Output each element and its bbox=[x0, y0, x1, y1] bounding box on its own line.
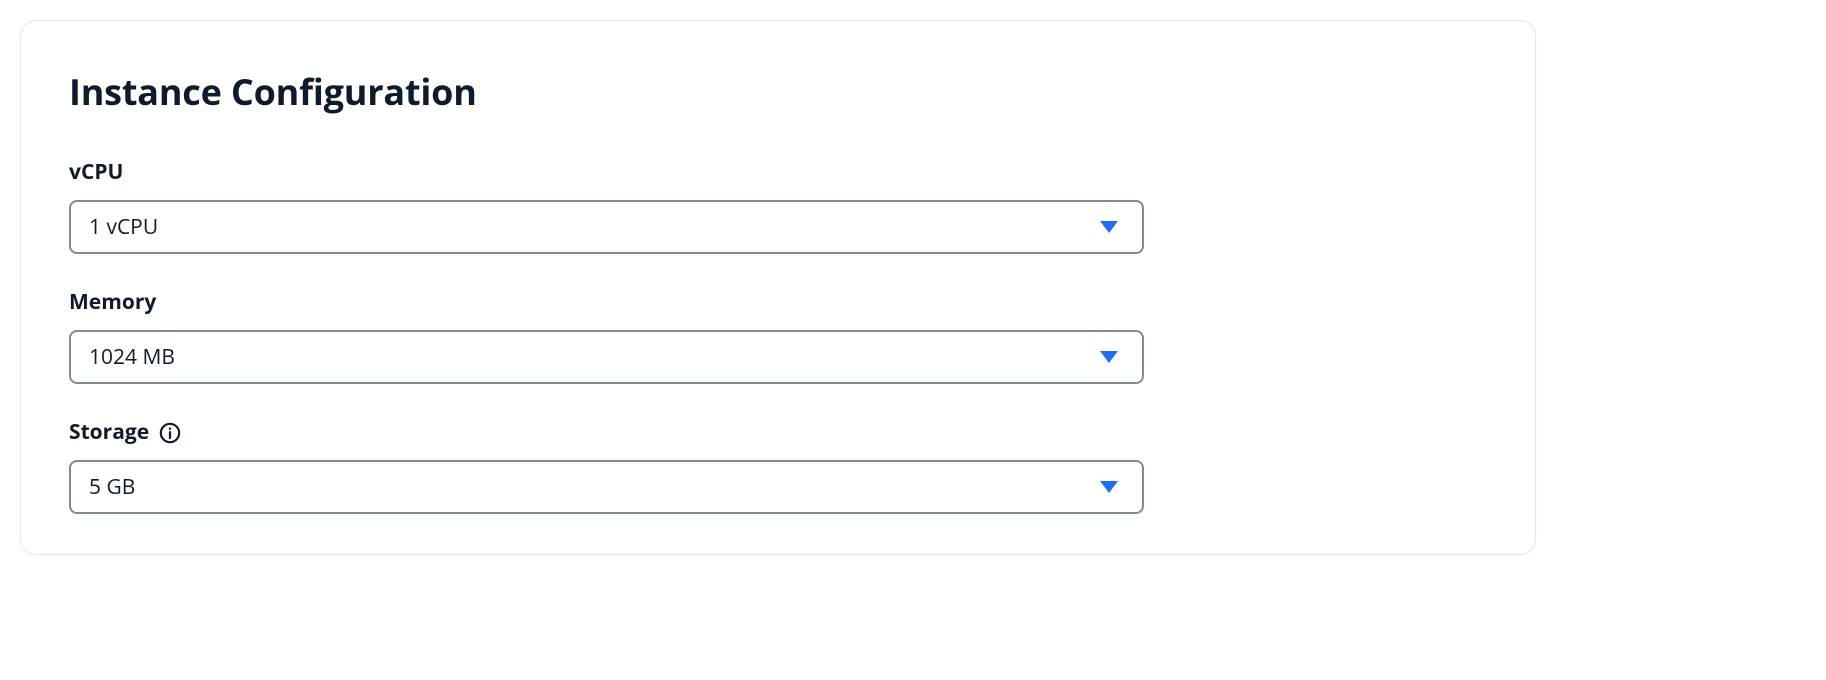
field-label-row: Storage bbox=[69, 418, 1487, 446]
field-storage: Storage 5 GB bbox=[69, 418, 1487, 514]
memory-select-value: 1024 MB bbox=[89, 343, 1100, 371]
storage-select[interactable]: 5 GB bbox=[69, 460, 1144, 514]
field-label-row: Memory bbox=[69, 288, 1487, 316]
chevron-down-icon bbox=[1100, 481, 1118, 493]
instance-configuration-card: Instance Configuration vCPU 1 vCPU Memor… bbox=[20, 20, 1536, 555]
storage-select-value: 5 GB bbox=[89, 473, 1100, 501]
vcpu-select[interactable]: 1 vCPU bbox=[69, 200, 1144, 254]
field-label-row: vCPU bbox=[69, 158, 1487, 186]
storage-label: Storage bbox=[69, 418, 149, 446]
chevron-down-icon bbox=[1100, 221, 1118, 233]
card-title: Instance Configuration bbox=[69, 67, 1487, 116]
vcpu-select-value: 1 vCPU bbox=[89, 213, 1100, 241]
memory-label: Memory bbox=[69, 288, 156, 316]
field-vcpu: vCPU 1 vCPU bbox=[69, 158, 1487, 254]
memory-select[interactable]: 1024 MB bbox=[69, 330, 1144, 384]
vcpu-label: vCPU bbox=[69, 158, 123, 186]
chevron-down-icon bbox=[1100, 351, 1118, 363]
info-icon[interactable] bbox=[159, 422, 181, 444]
field-memory: Memory 1024 MB bbox=[69, 288, 1487, 384]
